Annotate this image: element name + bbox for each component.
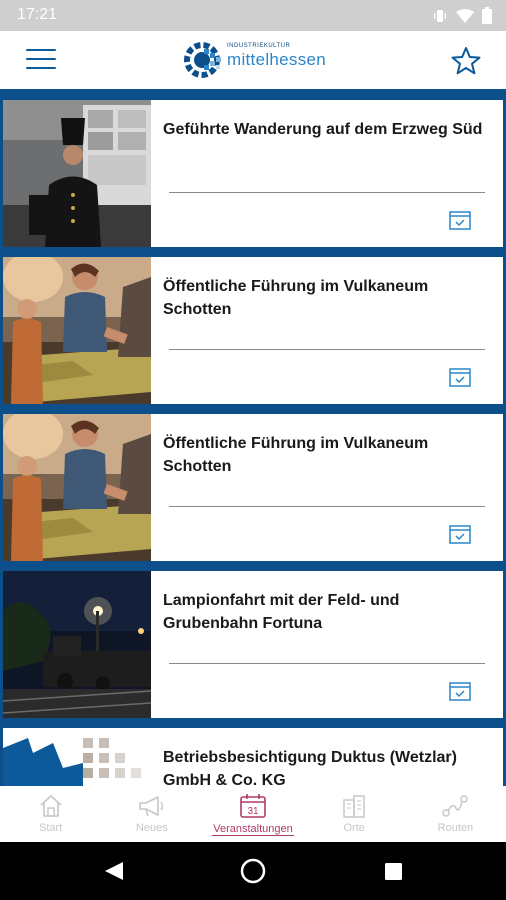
menu-button[interactable] — [26, 49, 56, 73]
event-title: Betriebsbesichtigung Duktus (Wetzlar) Gm… — [163, 749, 457, 786]
nav-label: Neues — [135, 822, 168, 834]
back-icon — [105, 862, 123, 880]
divider — [169, 663, 485, 664]
nav-neues[interactable]: Neues — [101, 786, 202, 842]
home-circle-icon — [240, 858, 266, 884]
divider — [169, 506, 485, 507]
bottom-navigation: Start Neues 31 Veranstaltungen Orte Rout… — [0, 786, 506, 842]
calendar-check-icon — [449, 525, 471, 544]
menu-icon — [26, 49, 56, 69]
home-button[interactable] — [240, 858, 266, 884]
family-at-map-table-photo — [3, 414, 151, 561]
star-icon — [451, 47, 481, 75]
divider — [169, 192, 485, 193]
calendar-check-icon — [449, 682, 471, 701]
system-navigation-bar — [0, 842, 506, 900]
event-list[interactable]: Geführte Wanderung auf dem Erzweg Süd Öf… — [0, 94, 506, 786]
event-card[interactable]: Öffentliche Führung im Vulkaneum Schotte… — [3, 414, 503, 561]
event-title: Lampionfahrt mit der Feld- und Grubenbah… — [163, 592, 400, 632]
nav-label: Routen — [437, 822, 474, 834]
event-card[interactable]: Geführte Wanderung auf dem Erzweg Süd — [3, 100, 503, 247]
logo-placeholder-image — [3, 728, 151, 786]
event-title: Öffentliche Führung im Vulkaneum Schotte… — [163, 435, 429, 475]
nav-start[interactable]: Start — [0, 786, 101, 842]
megaphone-icon — [101, 793, 202, 819]
add-to-calendar-button[interactable] — [449, 367, 471, 387]
nav-orte[interactable]: Orte — [304, 786, 405, 842]
nav-veranstaltungen[interactable]: 31 Veranstaltungen — [202, 786, 303, 842]
logo-title: mittelhessen — [227, 50, 327, 69]
back-button[interactable] — [105, 862, 123, 880]
route-icon — [405, 793, 506, 819]
app-logo: INDUSTRIEKULTUR mittelhessen — [182, 37, 332, 83]
nav-routen[interactable]: Routen — [405, 786, 506, 842]
logo-subtitle: INDUSTRIEKULTUR — [227, 43, 291, 49]
battery-icon — [482, 7, 492, 29]
calendar-icon: 31 — [202, 793, 303, 819]
home-icon — [0, 793, 101, 819]
miner-figure-photo — [3, 100, 151, 247]
nav-label: Orte — [343, 822, 365, 834]
divider — [169, 349, 485, 350]
nav-label: Veranstaltungen — [212, 823, 294, 836]
app-bar: INDUSTRIEKULTUR mittelhessen — [0, 31, 506, 92]
calendar-check-icon — [449, 368, 471, 387]
family-at-map-table-photo — [3, 257, 151, 404]
add-to-calendar-button[interactable] — [449, 210, 471, 230]
event-title: Geführte Wanderung auf dem Erzweg Süd — [163, 121, 483, 138]
event-card[interactable]: Öffentliche Führung im Vulkaneum Schotte… — [3, 257, 503, 404]
gear-logo-icon — [184, 42, 221, 78]
status-bar: 17:21 — [0, 0, 506, 31]
recents-icon — [385, 863, 402, 880]
favorite-button[interactable] — [450, 45, 482, 77]
nav-label: Start — [38, 822, 63, 834]
recents-button[interactable] — [385, 863, 402, 880]
night-train-photo — [3, 571, 151, 718]
calendar-check-icon — [449, 211, 471, 230]
event-card[interactable]: Lampionfahrt mit der Feld- und Grubenbah… — [3, 571, 503, 718]
wifi-icon — [456, 8, 474, 29]
event-title: Öffentliche Führung im Vulkaneum Schotte… — [163, 278, 429, 318]
svg-text:31: 31 — [247, 806, 259, 817]
status-time: 17:21 — [17, 6, 58, 23]
vibrate-icon — [432, 8, 448, 29]
buildings-icon — [304, 793, 405, 819]
add-to-calendar-button[interactable] — [449, 524, 471, 544]
event-card[interactable]: Betriebsbesichtigung Duktus (Wetzlar) Gm… — [3, 728, 503, 786]
add-to-calendar-button[interactable] — [449, 681, 471, 701]
